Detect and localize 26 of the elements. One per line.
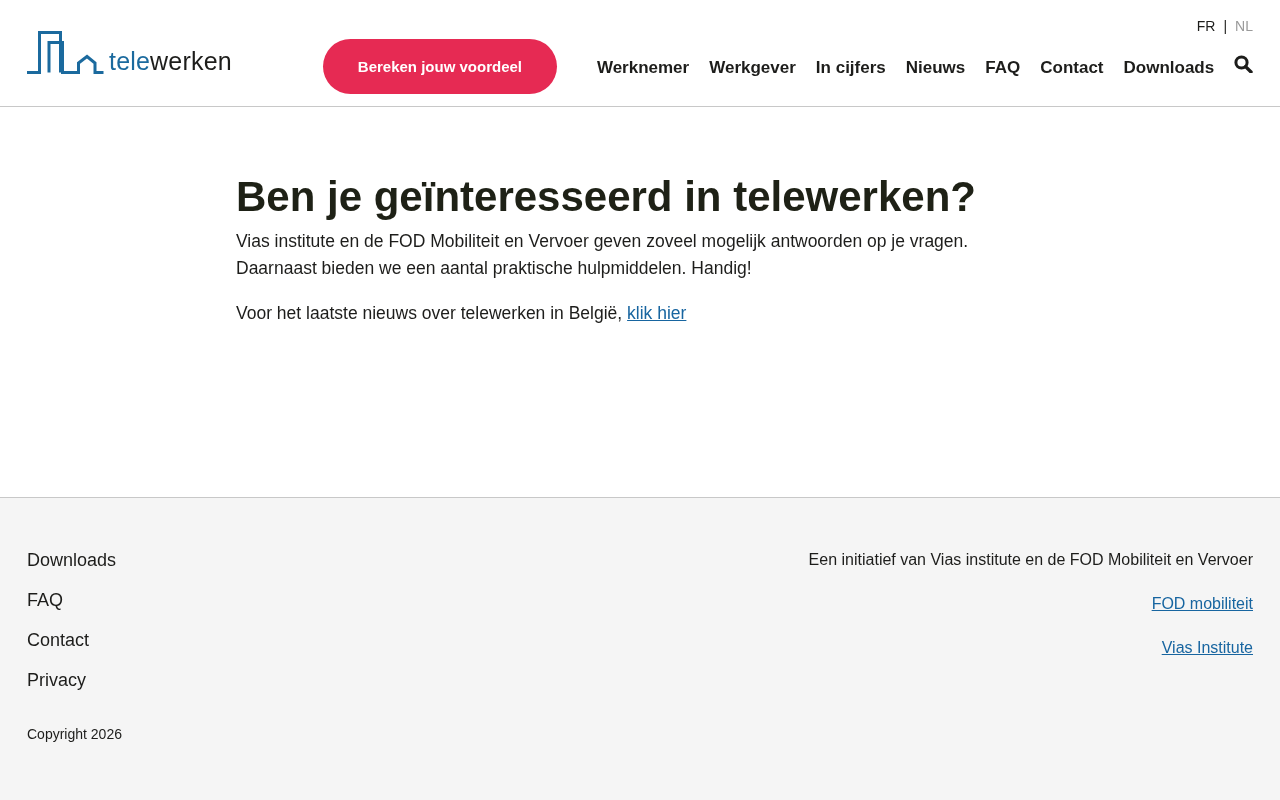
copyright-text: Copyright 2026 <box>27 725 122 744</box>
page-heading: Ben je geïnteresseerd in telewerken? <box>236 172 977 222</box>
partner-link[interactable]: Vias Institute <box>1161 636 1253 660</box>
initiative-text: Een initiatief van Vias institute en de FOD Mobiliteit en Vervoer <box>808 550 1253 570</box>
news-paragraph: Voor het laatste nieuws over telewerken in België, klik hier <box>236 302 688 325</box>
nav-link[interactable]: In cijfers <box>815 55 886 80</box>
nav-link[interactable]: Werknemer <box>596 55 690 80</box>
partner-link[interactable]: FOD mobiliteit <box>1151 592 1253 616</box>
search-icon <box>1234 54 1253 73</box>
footer-link[interactable]: FAQ <box>27 580 63 620</box>
nav-link[interactable]: Contact <box>1040 55 1104 80</box>
calculate-benefit-button[interactable]: Bereken jouw voordeel <box>322 39 557 94</box>
nav-link[interactable]: FAQ <box>985 55 1021 80</box>
logo-text: telewerken <box>109 48 232 74</box>
footer-link[interactable]: Privacy <box>27 660 86 700</box>
nav-link[interactable]: Downloads <box>1123 55 1215 80</box>
footer-link[interactable]: Contact <box>27 620 90 660</box>
intro-paragraph: Vias institute en de FOD Mobiliteit en Vervoer geven zoveel mogelijk antwoorden op je vragen. Daarnaast bieden we een aantal praktische hulpmiddelen. Handig! <box>236 230 970 280</box>
search-button[interactable] <box>1234 54 1253 73</box>
footer-link[interactable]: Downloads <box>27 540 117 580</box>
language-separator: | <box>1223 17 1228 36</box>
skyline-logo-icon[interactable] <box>27 31 104 75</box>
language-link[interactable]: FR <box>1196 16 1216 36</box>
nav-link[interactable]: Nieuws <box>905 55 966 80</box>
news-link[interactable]: klik hier <box>627 303 687 323</box>
nav-link[interactable]: Werkgever <box>709 55 796 80</box>
